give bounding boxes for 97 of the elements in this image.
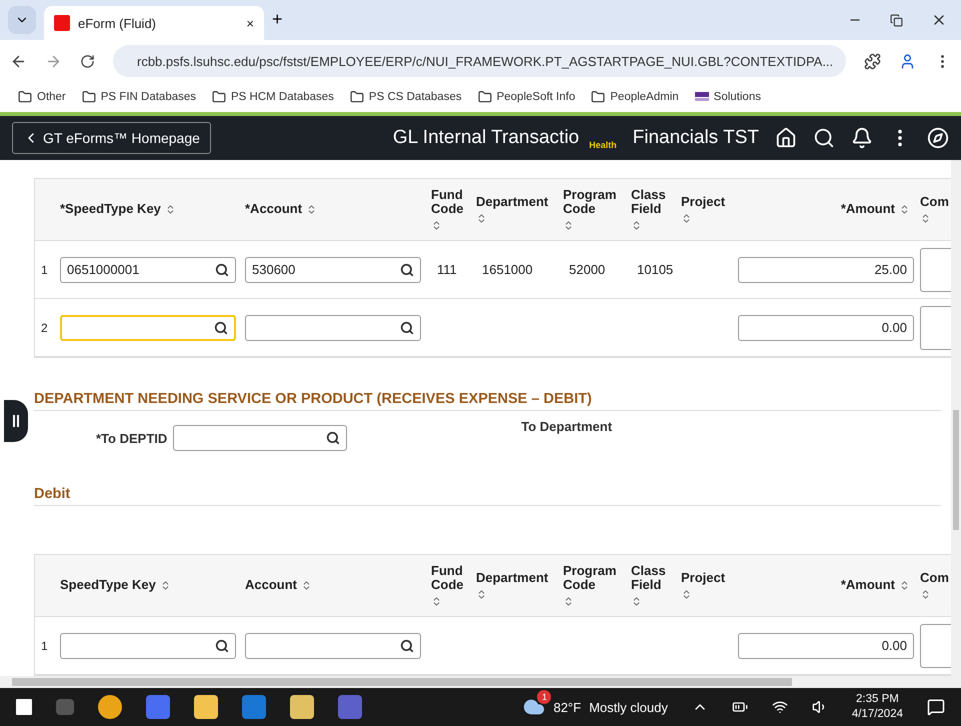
column-header[interactable]: Fund Code [431, 564, 476, 592]
column-header[interactable]: Project [681, 570, 726, 586]
row-number: 1 [40, 262, 49, 276]
column-header[interactable]: Fund Code [431, 188, 476, 216]
section-heading: DEPARTMENT NEEDING SERVICE OR PRODUCT (RECEIVES EXPENSE – DEBIT) [34, 391, 941, 412]
sort-icon[interactable] [920, 589, 931, 600]
profile-icon[interactable] [899, 52, 916, 70]
account-field[interactable] [245, 632, 421, 658]
column-header[interactable]: Project [681, 194, 726, 210]
column-header[interactable]: *SpeedType Key [60, 202, 161, 217]
logo-icon [694, 92, 709, 102]
sort-icon[interactable] [681, 213, 692, 224]
extensions-icon[interactable] [864, 52, 881, 70]
logo-text: Health [589, 140, 617, 150]
bookmark[interactable]: PS HCM Databases [212, 90, 334, 104]
bell-icon[interactable] [851, 127, 873, 149]
search-icon [400, 638, 414, 652]
column-header[interactable]: *Account [245, 202, 302, 217]
field-label: *To DEPTID [96, 430, 168, 446]
temperature: 82°F [553, 700, 582, 714]
back-button[interactable]: GT eForms™ Homepage [12, 122, 211, 154]
tab-title: eForm (Fluid) [78, 16, 158, 30]
clock-date: 4/17/2024 [852, 707, 903, 722]
close-button[interactable]: × [246, 16, 254, 30]
sort-icon[interactable] [681, 589, 692, 600]
column-header[interactable]: Com [920, 194, 949, 210]
page-title: GL Internal Transactio [392, 127, 580, 149]
search-icon [214, 320, 228, 334]
sort-icon[interactable] [476, 589, 487, 600]
sort-icon[interactable] [899, 204, 910, 215]
sort-icon[interactable] [631, 596, 642, 608]
speedtype-field[interactable] [60, 632, 236, 658]
sort-icon[interactable] [431, 220, 442, 232]
row-number: 1 [40, 638, 49, 652]
sort-icon[interactable] [563, 596, 574, 608]
speedtype-field[interactable] [60, 314, 236, 340]
table-cell-text: 111 [436, 262, 458, 277]
sort-icon[interactable] [631, 220, 642, 232]
home-icon[interactable] [775, 127, 797, 149]
notifications-icon[interactable] [927, 698, 945, 716]
search-icon [326, 431, 340, 446]
account-field[interactable]: 530600 [245, 256, 421, 282]
amount-field[interactable]: 25.00 [738, 256, 914, 282]
table-cell-text: 52000 [568, 262, 606, 277]
sort-icon[interactable] [920, 213, 931, 224]
search-icon [215, 638, 229, 652]
column-header[interactable]: Class Field [631, 564, 681, 592]
column-header[interactable]: Program Code [563, 188, 631, 216]
sort-icon[interactable] [563, 220, 574, 232]
scrollbar[interactable] [951, 160, 961, 676]
browser-tab[interactable]: eForm (Fluid) × [44, 6, 264, 40]
side-panel-handle[interactable] [4, 400, 28, 442]
field-label: To Department [521, 419, 612, 434]
horizontal-scrollbar[interactable] [0, 676, 961, 688]
column-header[interactable]: Account [245, 578, 297, 593]
bookmark[interactable]: Solutions [694, 91, 761, 103]
table-cell-text: 10105 [636, 262, 674, 277]
bookmark[interactable]: PS CS Databases [350, 90, 462, 104]
column-header[interactable]: Program Code [563, 564, 631, 592]
weather-condition: Mostly cloudy [589, 700, 668, 714]
column-header[interactable]: Class Field [631, 188, 681, 216]
bookmark[interactable]: PS FIN Databases [82, 90, 196, 104]
column-header[interactable]: Com [920, 570, 949, 586]
speedtype-field[interactable]: 0651000001 [60, 256, 236, 282]
search-icon [215, 262, 229, 276]
notification-badge: 1 [537, 690, 552, 704]
wifi-icon[interactable] [772, 699, 788, 715]
sort-icon[interactable] [476, 213, 487, 224]
compass-icon[interactable] [927, 127, 949, 149]
section-heading: Debit [34, 486, 941, 506]
row-number: 2 [40, 320, 49, 334]
bookmark[interactable]: PeopleSoft Info [478, 90, 576, 104]
bookmark[interactable]: PeopleAdmin [591, 90, 679, 104]
address-bar[interactable]: rcbb.psfs.lsuhsc.edu/psc/fstst/EMPLOYEE/ERP/c/NUI_FRAMEWORK.PT_AGSTARTPAGE_NUI.GBL?CONTEXTIDPA... [113, 45, 846, 77]
column-header[interactable]: Department [476, 570, 548, 586]
page-subtitle: Financials TST [632, 127, 759, 149]
deptid-field[interactable] [173, 425, 348, 452]
account-field[interactable] [245, 314, 421, 340]
search-icon [400, 262, 414, 276]
new-tab-button[interactable]: + [272, 9, 283, 30]
clock-time: 2:35 PM [856, 692, 899, 707]
column-header[interactable]: SpeedType Key [60, 578, 156, 593]
table-cell-text: 1651000 [481, 262, 534, 277]
sort-icon[interactable] [899, 580, 910, 591]
column-header[interactable]: *Amount [840, 202, 895, 217]
search-icon[interactable] [813, 127, 835, 149]
favicon-icon [54, 15, 70, 31]
restore-icon[interactable] [890, 14, 903, 26]
column-header[interactable]: Department [476, 194, 548, 210]
amount-field[interactable]: 0.00 [738, 632, 914, 658]
amount-field[interactable]: 0.00 [738, 314, 914, 340]
sort-icon[interactable] [301, 580, 312, 591]
column-header[interactable]: *Amount [840, 578, 895, 593]
bookmark[interactable]: Other [18, 90, 66, 104]
sort-icon[interactable] [431, 596, 442, 608]
search-icon [400, 320, 414, 334]
reload-icon[interactable] [80, 54, 95, 68]
